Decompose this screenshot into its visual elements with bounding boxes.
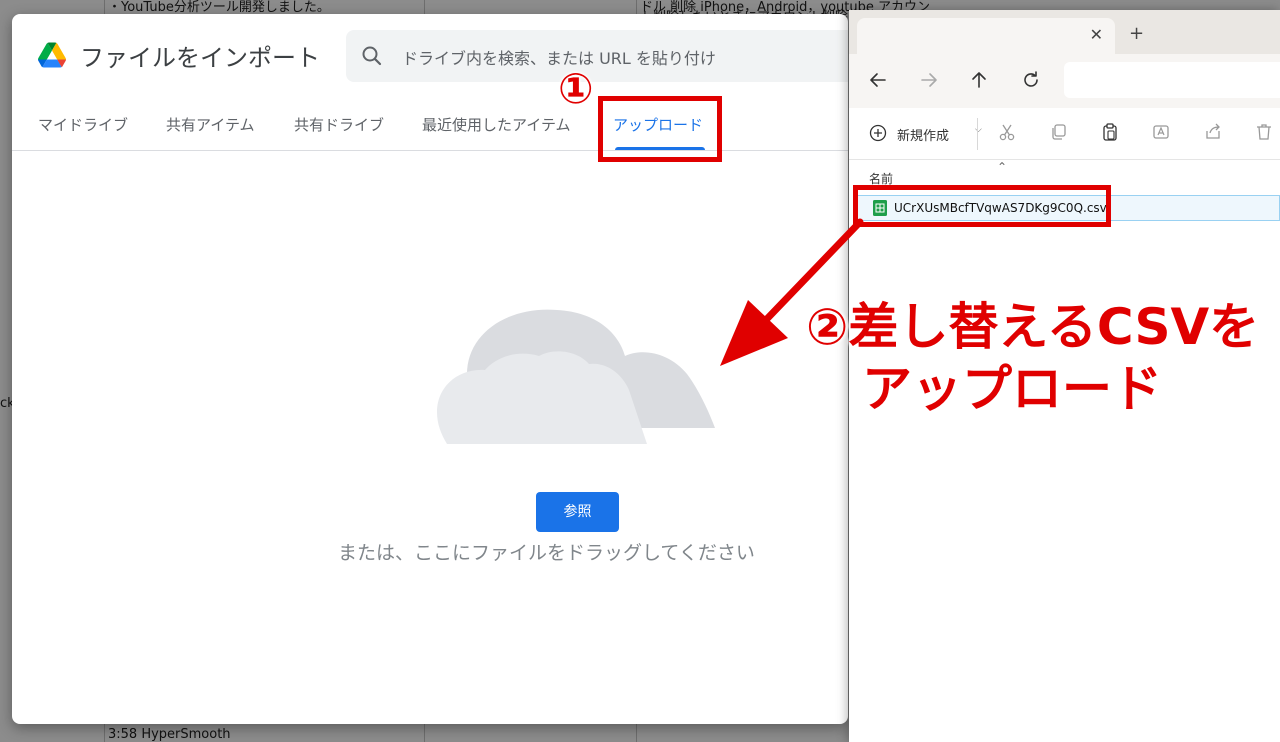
address-bar[interactable] [1064, 62, 1280, 98]
back-arrow-icon[interactable] [866, 68, 890, 92]
import-file-dialog: ファイルをインポート ドライブ内を検索、または URL を貼り付け マイドライブ… [12, 14, 848, 724]
dialog-title: ファイルをインポート [80, 44, 320, 72]
copy-icon[interactable] [1049, 122, 1069, 142]
refresh-icon[interactable] [1019, 68, 1043, 92]
tab-my-drive[interactable]: マイドライブ [38, 114, 128, 135]
cut-icon[interactable] [997, 122, 1017, 142]
explorer-tab-bar: ✕ + [849, 10, 1280, 54]
browse-button[interactable]: 参照 [536, 492, 619, 532]
tab-shared-drives[interactable]: 共有ドライブ [294, 114, 384, 135]
step-1-marker: ① [558, 64, 594, 113]
delete-icon[interactable] [1254, 122, 1274, 142]
plus-circle-icon [869, 124, 887, 142]
tab-recent[interactable]: 最近使用したアイテム [422, 114, 571, 135]
explorer-tab[interactable]: ✕ [857, 18, 1115, 54]
file-highlight-box [853, 185, 1111, 227]
close-tab-icon[interactable]: ✕ [1090, 25, 1103, 44]
step-2-line-2: アップロード [862, 360, 1162, 418]
new-button-label: 新規作成 [897, 129, 950, 144]
upload-tab-highlight-box [598, 96, 722, 162]
search-icon[interactable] [360, 44, 384, 68]
explorer-nav-bar [849, 54, 1280, 108]
share-icon[interactable] [1203, 122, 1223, 142]
rename-icon[interactable] [1151, 122, 1171, 142]
step-2-line-1: ②差し替えるCSVを [806, 298, 1260, 356]
forward-arrow-icon[interactable] [917, 68, 941, 92]
drag-drop-hint: または、ここにファイルをドラッグしてください [338, 542, 755, 564]
sort-ascending-icon[interactable]: ⌃ [997, 160, 1007, 174]
up-arrow-icon[interactable] [967, 68, 991, 92]
dialog-tabs: マイドライブ 共有アイテム 共有ドライブ 最近使用したアイテム アップロード [12, 110, 848, 151]
paste-icon[interactable] [1100, 122, 1120, 142]
tab-shared-with-me[interactable]: 共有アイテム [166, 114, 255, 135]
step-2-annotation: ②差し替えるCSVを アップロード [806, 296, 1259, 420]
google-drive-logo-icon [38, 42, 66, 68]
cloud-illustration-icon [437, 309, 715, 444]
dialog-header: ファイルをインポート ドライブ内を検索、または URL を貼り付け [12, 14, 848, 96]
drive-search-input[interactable]: ドライブ内を検索、または URL を貼り付け [346, 30, 848, 82]
toolbar-divider [977, 118, 978, 150]
explorer-toolbar: 新規作成 ⌵ [849, 108, 1280, 160]
new-tab-icon[interactable]: + [1129, 23, 1144, 44]
